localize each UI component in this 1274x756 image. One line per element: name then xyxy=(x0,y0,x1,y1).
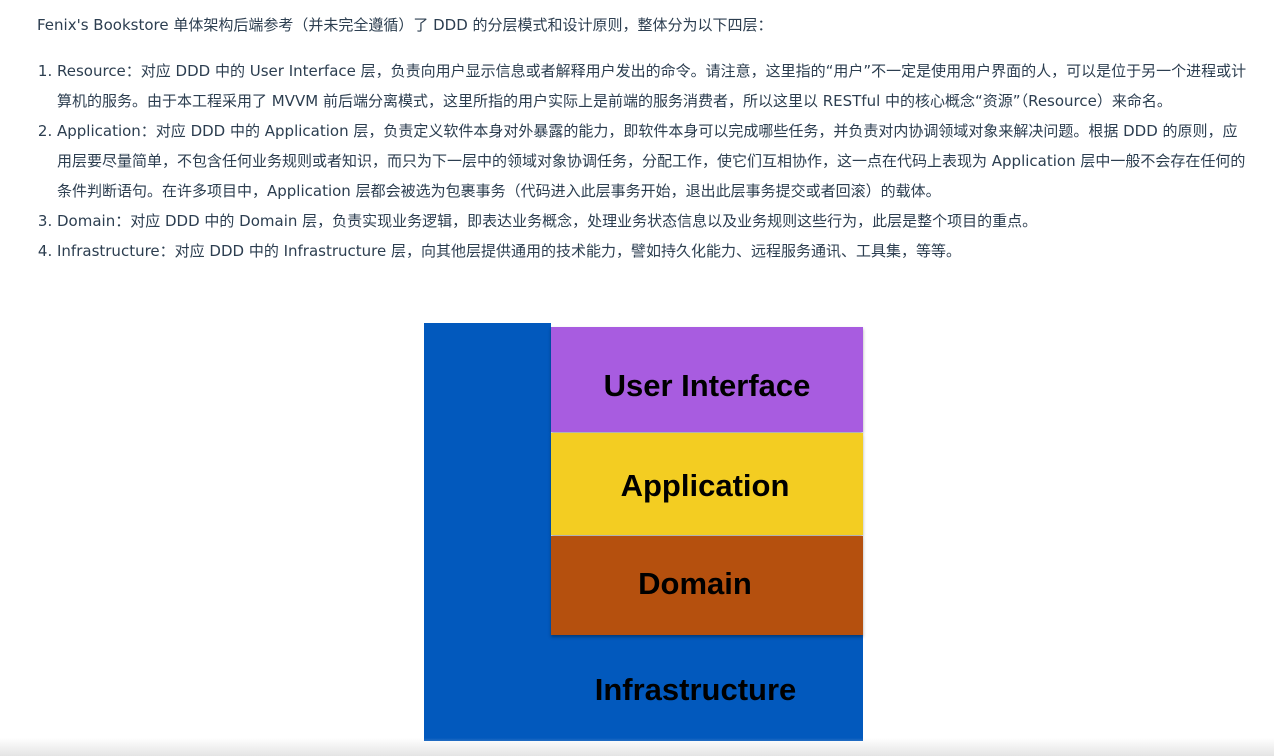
article-body: Fenix's Bookstore 单体架构后端参考（并未完全遵循）了 DDD … xyxy=(37,10,1247,266)
list-item-infrastructure: Infrastructure：对应 DDD 中的 Infrastructure … xyxy=(57,236,1247,266)
layer-list: Resource：对应 DDD 中的 User Interface 层，负责向用… xyxy=(37,56,1247,266)
list-item-resource: Resource：对应 DDD 中的 User Interface 层，负责向用… xyxy=(57,56,1247,116)
domain-layer-label: Domain xyxy=(638,565,752,601)
list-item-domain: Domain：对应 DDD 中的 Domain 层，负责实现业务逻辑，即表达业务… xyxy=(57,206,1247,236)
list-item-application: Application：对应 DDD 中的 Application 层，负责定义… xyxy=(57,116,1247,206)
ddd-layer-diagram: Infrastructure User Interface Applicatio… xyxy=(424,323,865,743)
application-layer-label: Application xyxy=(620,468,790,503)
user-interface-layer: User Interface xyxy=(551,327,863,432)
domain-layer: Domain xyxy=(551,536,863,635)
bottom-fade xyxy=(0,738,1274,756)
intro-paragraph: Fenix's Bookstore 单体架构后端参考（并未完全遵循）了 DDD … xyxy=(37,16,773,34)
application-layer: Application xyxy=(551,433,863,535)
infrastructure-layer: Infrastructure xyxy=(424,635,863,741)
infrastructure-layer-label: Infrastructure xyxy=(594,672,797,707)
user-interface-layer-label: User Interface xyxy=(603,367,811,403)
